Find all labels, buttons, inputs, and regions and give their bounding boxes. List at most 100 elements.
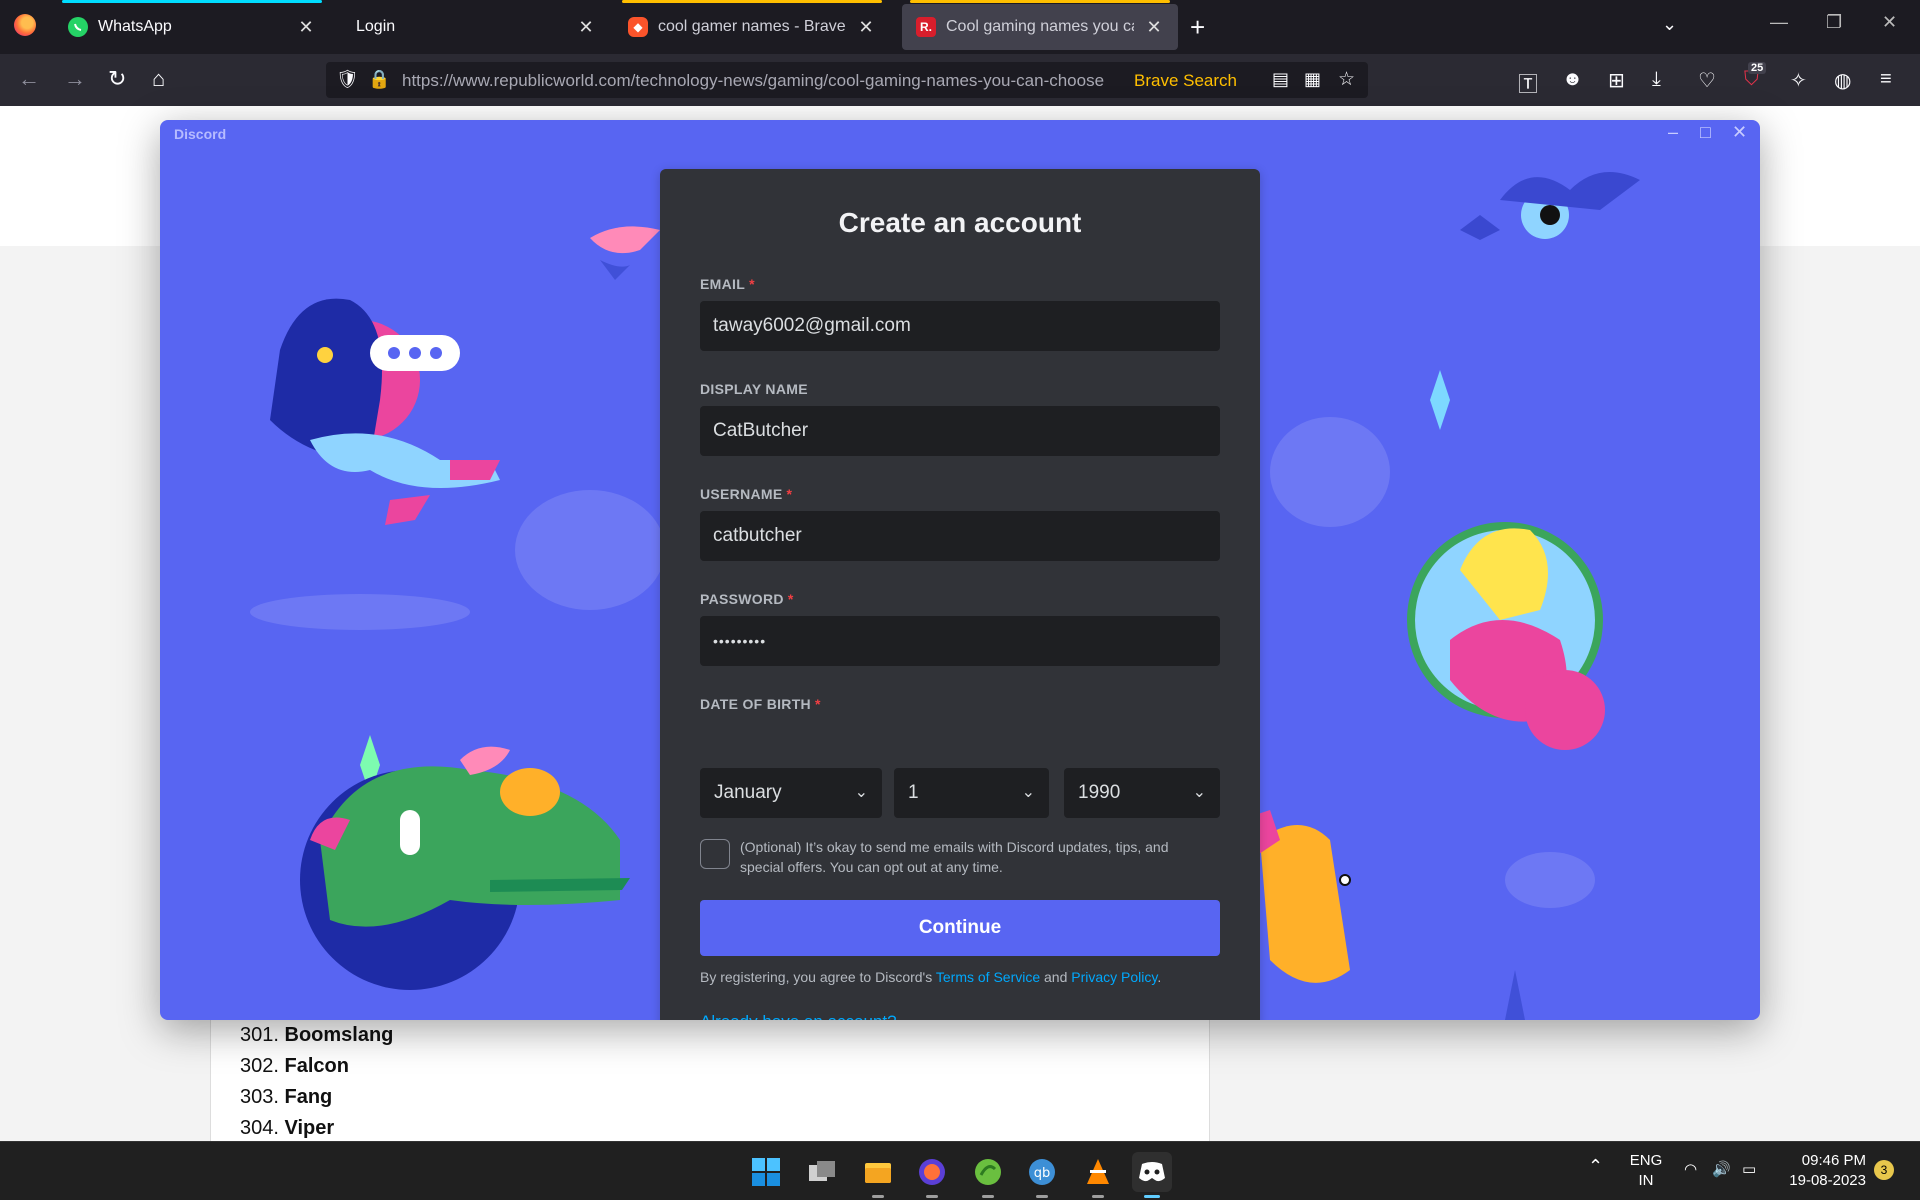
new-tab-button[interactable]: + (1190, 12, 1205, 43)
continue-button[interactable]: Continue (700, 900, 1220, 956)
tab-close-icon[interactable]: ✕ (1144, 17, 1164, 38)
username-field[interactable]: catbutcher (700, 511, 1220, 561)
qbittorrent-icon[interactable]: qb (1022, 1152, 1062, 1198)
dob-day-value: 1 (908, 782, 919, 803)
list-item: 302. Falcon (240, 1055, 349, 1077)
tab-title: cool gamer names - Brave Search (658, 18, 846, 35)
required-marker: * (787, 591, 794, 607)
dob-day-select[interactable]: 1 ⌄ (894, 768, 1049, 818)
globe-icon[interactable]: ◍ (1834, 68, 1851, 93)
minimize-icon[interactable]: — (1770, 12, 1788, 33)
battery-icon[interactable]: ▭ (1742, 1160, 1756, 1180)
username-label: USERNAME * (700, 486, 793, 502)
tab-title: Login (356, 18, 396, 35)
republic-icon: R. (916, 17, 936, 37)
close-window-icon[interactable]: ✕ (1882, 12, 1897, 33)
url-text[interactable]: https://www.republicworld.com/technology… (402, 71, 1122, 91)
url-host: https://www.republicworld.com (402, 71, 631, 90)
marketing-optin-checkbox[interactable] (700, 839, 730, 869)
terms-of-service-link[interactable]: Terms of Service (936, 969, 1040, 985)
lock-icon[interactable]: 🔒 (368, 69, 390, 90)
notification-badge[interactable]: 3 (1874, 1160, 1894, 1180)
browser-tab-bar: WhatsApp ✕ Login ✕ ◆ cool gamer names - … (0, 0, 1920, 54)
marketing-optin-text: (Optional) It’s okay to send me emails w… (740, 839, 1169, 875)
tab-brave-search[interactable]: ◆ cool gamer names - Brave Search ✕ (614, 0, 890, 54)
extension-badge: 25 (1748, 62, 1767, 74)
start-button[interactable] (746, 1152, 786, 1192)
dob-month-value: January (714, 782, 782, 803)
vlc-icon[interactable] (1078, 1152, 1118, 1198)
display-name-field[interactable]: CatButcher (700, 406, 1220, 456)
home-icon[interactable]: ⌂ (152, 66, 165, 92)
chevron-up-icon[interactable]: ⌃ (1588, 1156, 1603, 1176)
legal-text: By registering, you agree to Discord's T… (700, 969, 1162, 985)
login-link[interactable]: Already have an account? (700, 1012, 897, 1020)
clock[interactable]: 09:46 PM 19-08-2023 (1776, 1151, 1866, 1191)
list-item: 303. Fang (240, 1086, 333, 1108)
menu-icon[interactable]: ≡ (1880, 68, 1892, 91)
extension-translate-icon[interactable]: 🅃 (1518, 68, 1538, 97)
password-label: PASSWORD * (700, 591, 794, 607)
reload-icon[interactable]: ↻ (108, 66, 126, 92)
tab-close-icon[interactable]: ✕ (296, 17, 316, 38)
chevron-down-icon: ⌄ (854, 784, 868, 801)
search-engine-label[interactable]: Brave Search (1134, 71, 1237, 91)
wifi-icon[interactable]: ◠ (1684, 1160, 1697, 1180)
email-label: EMAIL * (700, 276, 755, 292)
svg-text:qb: qb (1034, 1166, 1051, 1181)
file-explorer-icon[interactable] (858, 1152, 898, 1198)
register-modal: Create an account EMAIL * taway6002@gmail… (660, 169, 1260, 1020)
email-field[interactable]: taway6002@gmail.com (700, 301, 1220, 351)
list-all-tabs-icon[interactable]: ⌄ (1662, 14, 1677, 35)
required-marker: * (749, 276, 755, 292)
list-item: 301. Boomslang (240, 1024, 394, 1046)
required-marker: * (814, 696, 821, 712)
url-path: /technology-news/gaming/cool-gaming-name… (630, 71, 1105, 90)
tab-whatsapp[interactable]: WhatsApp ✕ (54, 0, 330, 54)
chevron-down-icon: ⌄ (1021, 784, 1035, 801)
forward-icon[interactable]: → (64, 66, 86, 92)
discord-taskbar-icon[interactable] (1132, 1152, 1172, 1198)
language-indicator[interactable]: ENG IN (1624, 1151, 1668, 1191)
windows-icon (752, 1158, 780, 1186)
reader-view-icon[interactable]: ▤ (1272, 69, 1289, 90)
extension-avatar-icon[interactable]: ☻ (1562, 68, 1583, 91)
qr-code-icon[interactable]: ▦ (1304, 69, 1321, 90)
tab-title: Cool gaming names you can choose (946, 18, 1134, 35)
password-field[interactable]: ••••••••• (700, 616, 1220, 666)
discord-window: Discord – □ ✕ Create an account EMAIL * … (160, 120, 1760, 1020)
dob-year-select[interactable]: 1990 ⌄ (1064, 768, 1220, 818)
page-title: Create an account (838, 207, 1082, 238)
firefox-taskbar-icon[interactable] (912, 1152, 952, 1198)
restore-icon[interactable]: ❐ (1826, 12, 1842, 33)
firefox-icon[interactable] (14, 14, 36, 36)
task-view-icon[interactable] (802, 1152, 842, 1192)
dob-year-value: 1990 (1078, 782, 1121, 803)
taskbar: qb ⌃ ENG IN ◠ 🔊 ▭ 09:46 PM 19-08-2023 (0, 1141, 1920, 1200)
tab-title: WhatsApp (98, 18, 172, 35)
tab-republic-world[interactable]: R. Cool gaming names you can choose ✕ (902, 0, 1178, 50)
volume-icon[interactable]: 🔊 (1712, 1160, 1731, 1180)
tab-login[interactable]: Login ✕ (334, 0, 610, 54)
dob-month-select[interactable]: January ⌄ (700, 768, 882, 818)
address-bar[interactable]: 🛡 🔒 https://www.republicworld.com/techno… (326, 62, 1368, 98)
pocket-icon[interactable]: ♡ (1698, 68, 1716, 93)
tab-close-icon[interactable]: ✕ (856, 17, 876, 38)
app-green-icon[interactable] (968, 1152, 1008, 1198)
privacy-policy-link[interactable]: Privacy Policy (1071, 969, 1157, 985)
brave-icon: ◆ (628, 17, 648, 37)
bookmark-star-icon[interactable]: ☆ (1338, 68, 1355, 91)
chevron-down-icon: ⌄ (1192, 784, 1206, 801)
extensions-icon[interactable]: ✧ (1790, 68, 1807, 93)
list-item: 304. Viper (240, 1117, 335, 1139)
downloads-icon[interactable]: ⤓ (1652, 68, 1661, 91)
dob-label: DATE OF BIRTH * (700, 696, 821, 712)
back-icon[interactable]: ← (18, 66, 40, 92)
required-marker: * (786, 486, 793, 502)
browser-nav-bar: ← → ↻ ⌂ 🛡 🔒 https://www.republicworld.co… (0, 54, 1920, 106)
extension-grid-icon[interactable]: ⊞ (1608, 68, 1625, 93)
gamer-names-list: 301. Boomslang 302. Falcon 303. Fang 304… (240, 1020, 393, 1144)
whatsapp-icon (68, 17, 88, 37)
tracking-protection-icon[interactable]: 🛡 (336, 69, 359, 90)
tab-close-icon[interactable]: ✕ (576, 17, 596, 38)
